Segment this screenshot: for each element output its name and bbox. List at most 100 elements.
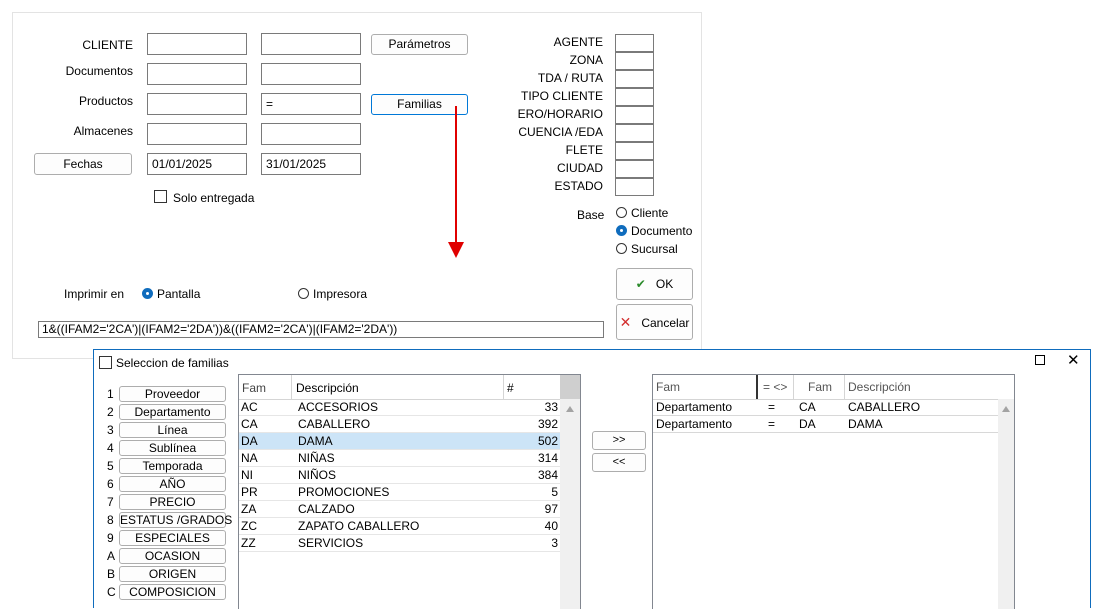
selected-families-grid: Fam = <> Fam Descripción Departamento = CA… bbox=[652, 374, 1015, 609]
category-button[interactable]: ESPECIALES bbox=[119, 530, 226, 546]
fecha-inicio-input[interactable]: 01/01/2025 bbox=[147, 153, 247, 175]
header-corner bbox=[560, 375, 580, 399]
category-button[interactable]: Sublínea bbox=[119, 440, 226, 456]
fechas-button[interactable]: Fechas bbox=[34, 153, 132, 175]
table-row[interactable]: ZA CALZADO 97 bbox=[239, 501, 562, 518]
family-count-cell: 97 bbox=[544, 502, 558, 516]
right-filter-input-7[interactable] bbox=[615, 160, 654, 178]
table-row[interactable]: ZC ZAPATO CABALLERO 40 bbox=[239, 518, 562, 535]
table-row[interactable]: AC ACCESORIOS 33 bbox=[239, 399, 562, 416]
category-button[interactable]: PRECIO bbox=[119, 494, 226, 510]
right-filter-input-5[interactable] bbox=[615, 124, 654, 142]
documentos-to-input[interactable] bbox=[261, 63, 361, 85]
right-filter-input-3[interactable] bbox=[615, 88, 654, 106]
family-count-cell: 40 bbox=[544, 519, 558, 533]
family-count-cell: 3 bbox=[551, 536, 558, 550]
selected-desc-cell: CABALLERO bbox=[848, 400, 921, 414]
maximize-icon[interactable] bbox=[1035, 355, 1045, 365]
fecha-fin-input[interactable]: 31/01/2025 bbox=[261, 153, 361, 175]
base-cliente-radio[interactable] bbox=[616, 207, 627, 218]
solo-entregada-checkbox[interactable] bbox=[154, 190, 167, 203]
dialog-close-icon[interactable]: ✕ bbox=[1067, 351, 1080, 369]
solo-entregada-label: Solo entregada bbox=[173, 191, 255, 205]
sel-header-fam2[interactable]: Fam bbox=[808, 380, 832, 394]
header-descripcion[interactable]: Descripción bbox=[296, 381, 359, 395]
family-fam-cell: DA bbox=[241, 434, 258, 448]
table-row[interactable]: CA CABALLERO 392 bbox=[239, 416, 562, 433]
family-fam-cell: NA bbox=[241, 451, 258, 465]
family-fam-cell: AC bbox=[241, 400, 258, 414]
header-count[interactable]: # bbox=[507, 381, 514, 395]
category-button[interactable]: Proveedor bbox=[119, 386, 226, 402]
red-arrow-icon bbox=[448, 106, 464, 258]
imprimir-impresora-label: Impresora bbox=[313, 287, 368, 301]
right-filter-input-8[interactable] bbox=[615, 178, 654, 196]
productos-from-input[interactable] bbox=[147, 93, 247, 115]
filter-expression-field[interactable]: 1&((IFAM2='2CA')|(IFAM2='2DA'))&((IFAM2=… bbox=[38, 321, 604, 338]
selected-grid-header: Fam = <> Fam Descripción bbox=[653, 375, 1014, 400]
header-fam[interactable]: Fam bbox=[242, 381, 266, 395]
table-row[interactable]: DA DAMA 502 bbox=[239, 433, 562, 450]
add-family-button[interactable]: >> bbox=[592, 431, 646, 450]
category-button[interactable]: ORIGEN bbox=[119, 566, 226, 582]
category-button[interactable]: ESTATUS /GRADOS bbox=[119, 512, 232, 528]
sel-header-fam[interactable]: Fam bbox=[656, 380, 680, 394]
table-row[interactable]: NI NIÑOS 384 bbox=[239, 467, 562, 484]
table-row[interactable]: ZZ SERVICIOS 3 bbox=[239, 535, 562, 552]
family-fam-cell: ZA bbox=[241, 502, 257, 516]
category-key: 3 bbox=[107, 423, 114, 437]
base-documento-radio[interactable] bbox=[616, 225, 627, 236]
category-button[interactable]: COMPOSICION bbox=[119, 584, 226, 600]
right-filter-input-4[interactable] bbox=[615, 106, 654, 124]
family-fam-cell: CA bbox=[241, 417, 258, 431]
check-icon: ✔ bbox=[635, 277, 646, 291]
right-filter-input-0[interactable] bbox=[615, 34, 654, 52]
family-count-cell: 5 bbox=[551, 485, 558, 499]
family-count-cell: 384 bbox=[537, 468, 558, 482]
category-button[interactable]: Línea bbox=[119, 422, 226, 438]
ok-button[interactable]: ✔ OK bbox=[616, 268, 693, 300]
families-scrollbar[interactable] bbox=[560, 399, 580, 609]
family-desc-cell: ACCESORIOS bbox=[298, 400, 379, 414]
category-button[interactable]: AÑO bbox=[119, 476, 226, 492]
category-button[interactable]: Temporada bbox=[119, 458, 226, 474]
parametros-button[interactable]: Parámetros bbox=[371, 34, 468, 55]
category-key: C bbox=[107, 585, 116, 599]
cancel-button[interactable]: ✕ Cancelar bbox=[616, 304, 693, 340]
sel-header-op[interactable]: = <> bbox=[763, 380, 787, 394]
right-label-4: ERO/HORARIO bbox=[517, 107, 603, 121]
almacenes-from-input[interactable] bbox=[147, 123, 247, 145]
documentos-from-input[interactable] bbox=[147, 63, 247, 85]
right-label-6: FLETE bbox=[565, 143, 603, 157]
seleccion-familias-dialog: Seleccion de familias ✕ 1 Proveedor 2 Depar… bbox=[93, 349, 1091, 609]
right-filter-input-1[interactable] bbox=[615, 52, 654, 70]
sel-header-descripcion[interactable]: Descripción bbox=[848, 380, 911, 394]
productos-operator-input[interactable]: = bbox=[261, 93, 361, 115]
table-row[interactable]: Departamento = CA CABALLERO bbox=[653, 399, 998, 416]
category-button[interactable]: Departamento bbox=[119, 404, 226, 420]
dialog-app-icon bbox=[99, 356, 112, 369]
category-key: A bbox=[107, 549, 116, 563]
table-row[interactable]: NA NIÑAS 314 bbox=[239, 450, 562, 467]
almacenes-to-input[interactable] bbox=[261, 123, 361, 145]
imprimir-pantalla-radio[interactable] bbox=[142, 288, 153, 299]
scroll-up-icon[interactable] bbox=[566, 406, 574, 412]
remove-family-button[interactable]: << bbox=[592, 453, 646, 472]
cliente-to-input[interactable] bbox=[261, 33, 361, 55]
selected-scrollbar[interactable] bbox=[998, 399, 1014, 609]
imprimir-impresora-radio[interactable] bbox=[298, 288, 309, 299]
selected-fam-cell: DA bbox=[799, 417, 816, 431]
cliente-from-input[interactable] bbox=[147, 33, 247, 55]
table-row[interactable]: PR PROMOCIONES 5 bbox=[239, 484, 562, 501]
scroll-up-icon[interactable] bbox=[1002, 406, 1010, 412]
base-documento-label: Documento bbox=[631, 224, 693, 238]
family-desc-cell: NIÑAS bbox=[298, 451, 335, 465]
documentos-label: Documentos bbox=[65, 64, 133, 78]
category-button[interactable]: OCASION bbox=[119, 548, 226, 564]
base-sucursal-radio[interactable] bbox=[616, 243, 627, 254]
table-row[interactable]: Departamento = DA DAMA bbox=[653, 416, 998, 433]
right-filter-input-2[interactable] bbox=[615, 70, 654, 88]
family-fam-cell: ZC bbox=[241, 519, 257, 533]
right-filter-input-6[interactable] bbox=[615, 142, 654, 160]
base-cliente-label: Cliente bbox=[631, 206, 669, 220]
